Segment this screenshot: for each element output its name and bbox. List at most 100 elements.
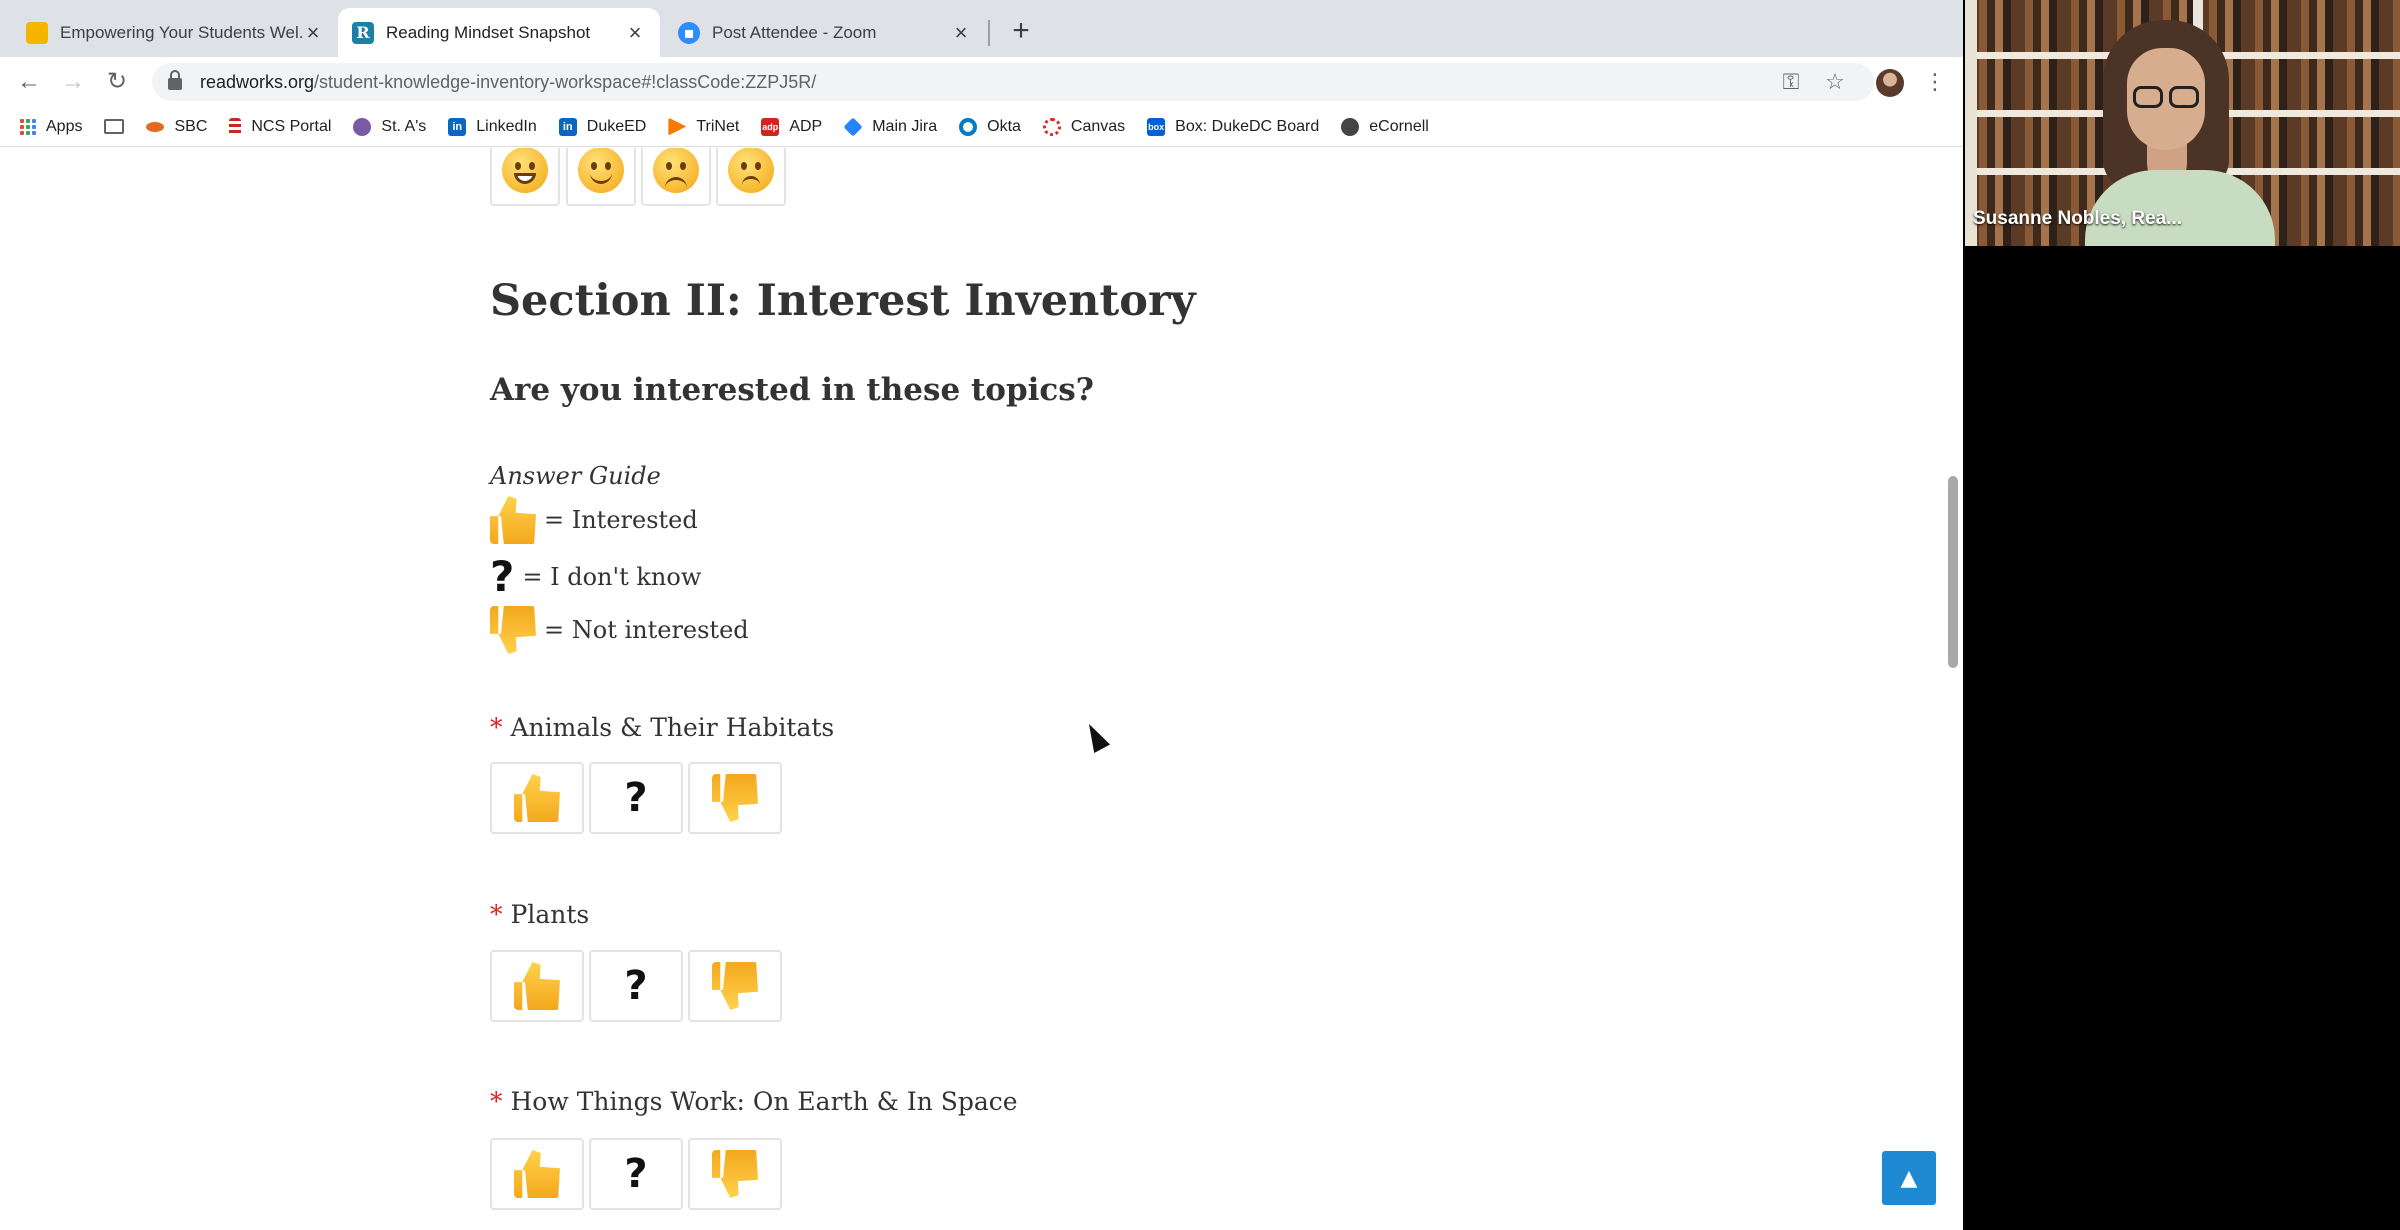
required-asterisk: * — [490, 1087, 503, 1116]
participant-name: Susanne Nobles, Rea... — [1973, 208, 2183, 229]
tab-title: Post Attendee - Zoom — [712, 22, 877, 42]
bookmark-label: Canvas — [1070, 117, 1126, 135]
close-icon[interactable]: × — [624, 20, 646, 46]
how-things-work-interested-button[interactable] — [490, 1138, 584, 1210]
bookmark-label: eCornell — [1369, 117, 1429, 135]
answer-guide-title: Answer Guide — [490, 462, 661, 490]
forward-arrow-icon[interactable]: → — [56, 65, 90, 99]
bookmark-linkedin[interactable]: in LinkedIn — [448, 117, 537, 136]
tab-empowering-students[interactable]: Empowering Your Students Wel... × — [12, 8, 338, 57]
tab-strip: Empowering Your Students Wel... × R Read… — [0, 0, 1963, 57]
frowning-face-icon — [728, 148, 774, 193]
globe-icon — [1341, 117, 1360, 136]
bookmark-label: LinkedIn — [476, 117, 537, 135]
apps-grid-icon — [20, 118, 36, 135]
bookmark-okta[interactable]: Okta — [959, 117, 1021, 136]
zoom-camera-icon: ▪ — [678, 21, 700, 44]
topic-text: Plants — [510, 900, 590, 929]
thumbs-down-icon — [712, 1150, 758, 1198]
bookmark-main-jira[interactable]: Main Jira — [843, 116, 937, 137]
close-icon[interactable]: × — [302, 20, 324, 46]
slightly-smiling-face-icon — [578, 148, 624, 193]
thumbs-down-icon — [712, 774, 758, 822]
star-icon[interactable]: ☆ — [1820, 65, 1850, 99]
plants-dont-know-button[interactable]: ? — [589, 950, 683, 1022]
bookmark-adp[interactable]: adp ADP — [761, 117, 823, 136]
bookmark-ncs-portal[interactable]: NCS Portal — [229, 117, 332, 136]
guide-dont-know-text: = I don't know — [522, 563, 702, 591]
bookmark-trinet[interactable]: TriNet — [668, 117, 739, 136]
section-title: Section II: Interest Inventory — [490, 276, 1196, 326]
bookmark-apps[interactable]: Apps — [20, 118, 82, 136]
bookmark-label: Apps — [46, 117, 83, 135]
sad-face-button[interactable] — [716, 148, 786, 206]
profile-avatar[interactable] — [1876, 69, 1904, 97]
menu-dots-icon[interactable]: ⋮ — [1920, 65, 1950, 99]
tab-title: Reading Mindset Snapshot — [386, 22, 591, 42]
bookmark-label: ADP — [789, 117, 823, 135]
bookmark-canvas[interactable]: Canvas — [1042, 117, 1126, 136]
st-as-icon — [353, 117, 372, 136]
guide-not-interested-text: = Not interested — [544, 616, 749, 644]
page-content: Section II: Interest Inventory Are you i… — [0, 148, 1963, 1230]
bookmark-folder[interactable] — [104, 119, 125, 134]
tab-post-attendee-zoom[interactable]: ▪ Post Attendee - Zoom × — [664, 8, 986, 57]
question-mark-icon: ? — [624, 775, 648, 821]
tab-reading-mindset-snapshot[interactable]: R Reading Mindset Snapshot × — [338, 8, 660, 57]
guide-not-interested: = Not interested — [490, 606, 749, 654]
animals-not-interested-button[interactable] — [688, 762, 782, 834]
grinning-face-icon — [502, 148, 548, 193]
browser-toolbar: ← → ↻ readworks.org /student-knowledge-i… — [0, 57, 1963, 107]
scroll-to-top-button[interactable]: ▲ — [1882, 1151, 1936, 1205]
zoom-video-panel: Susanne Nobles, Rea... — [1963, 0, 2400, 1230]
close-icon[interactable]: × — [950, 20, 972, 46]
lock-icon — [168, 70, 182, 90]
bookmark-ecornell[interactable]: eCornell — [1341, 117, 1429, 136]
guide-dont-know: ? = I don't know — [490, 556, 701, 598]
plants-interested-button[interactable] — [490, 950, 584, 1022]
bookmark-label: Okta — [987, 117, 1021, 135]
animals-dont-know-button[interactable]: ? — [589, 762, 683, 834]
how-things-work-not-interested-button[interactable] — [688, 1138, 782, 1210]
bookmark-label: Box: DukeDC Board — [1175, 117, 1320, 135]
unhappy-face-button[interactable] — [641, 148, 711, 206]
bookmark-st-as[interactable]: St. A's — [353, 117, 426, 136]
bookmark-box-dukedc-board[interactable]: box Box: DukeDC Board — [1147, 117, 1320, 136]
very-happy-face-button[interactable] — [490, 148, 560, 206]
bookmarks-bar: Apps SBC NCS Portal St. A's in LinkedIn … — [0, 107, 1963, 147]
mouse-cursor-icon — [1081, 719, 1111, 753]
canvas-icon — [1042, 117, 1061, 136]
bookmark-dukeed[interactable]: in DukeED — [558, 117, 646, 136]
readworks-r-icon: R — [352, 21, 374, 44]
tab-separator — [988, 20, 990, 46]
required-asterisk: * — [490, 713, 503, 742]
glasses-icon — [2169, 86, 2199, 108]
how-things-work-dont-know-button[interactable]: ? — [589, 1138, 683, 1210]
topic-label-animals: * Animals & Their Habitats — [490, 713, 834, 742]
bookmark-label: NCS Portal — [251, 117, 332, 135]
linkedin-icon: in — [448, 117, 467, 136]
thumbs-up-icon — [514, 1150, 560, 1198]
plants-not-interested-button[interactable] — [688, 950, 782, 1022]
thumbs-up-icon — [514, 962, 560, 1010]
required-asterisk: * — [490, 900, 503, 929]
trinet-icon — [668, 117, 687, 136]
question-mark-icon: ? — [490, 552, 515, 601]
page-scrollbar[interactable] — [1948, 476, 1958, 668]
key-icon[interactable]: ⚿ — [1776, 65, 1806, 99]
topic-text: Animals & Their Habitats — [510, 713, 835, 742]
slightly-frowning-face-icon — [653, 148, 699, 193]
animals-interested-button[interactable] — [490, 762, 584, 834]
new-tab-button[interactable]: + — [1004, 14, 1038, 48]
bookmark-sbc[interactable]: SBC — [146, 118, 207, 136]
reload-icon[interactable]: ↻ — [100, 65, 134, 99]
okta-icon — [959, 117, 978, 136]
address-bar[interactable]: readworks.org /student-knowledge-invento… — [152, 63, 1874, 101]
topic-label-how-things-work: * How Things Work: On Earth & In Space — [490, 1087, 1018, 1116]
happy-face-button[interactable] — [566, 148, 636, 206]
back-arrow-icon[interactable]: ← — [12, 65, 46, 99]
participant-video[interactable]: Susanne Nobles, Rea... — [1965, 0, 2400, 246]
glasses-icon — [2133, 86, 2163, 108]
topic-text: How Things Work: On Earth & In Space — [510, 1087, 1018, 1116]
jira-icon — [843, 116, 863, 137]
